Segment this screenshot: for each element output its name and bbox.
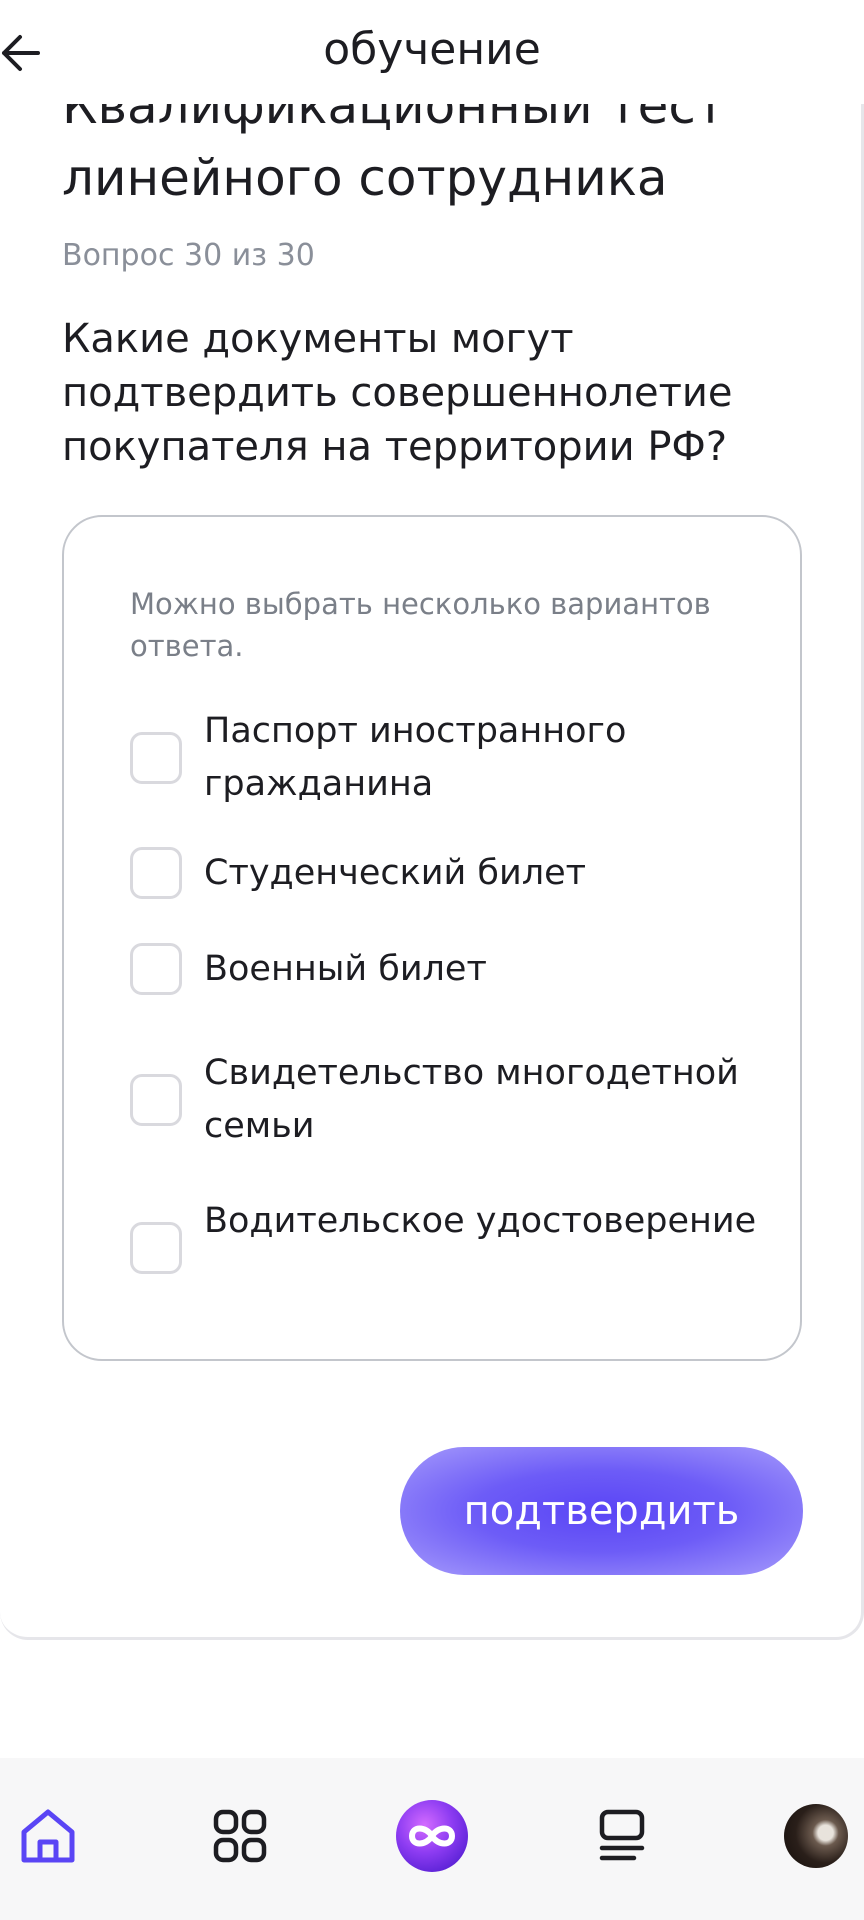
- option-label: Студенческий билет: [204, 853, 586, 893]
- question-text: Какие документы могут подтвердить соверш…: [62, 316, 733, 470]
- option-label: Свидетельство многодетной семьи: [204, 1053, 739, 1146]
- list-icon[interactable]: [584, 1798, 660, 1874]
- apps-grid-icon[interactable]: [202, 1798, 278, 1874]
- training-screen: Квалификационный тест линейного сотрудни…: [0, 0, 864, 1920]
- option-label: Паспорт иностранного гражданина: [204, 711, 627, 804]
- page-title: обучение: [323, 24, 541, 75]
- top-bar: обучение: [0, 0, 864, 104]
- answer-options-box: Можно выбрать несколько вариантов ответа…: [62, 515, 802, 1361]
- infinity-logo-icon[interactable]: [394, 1798, 470, 1874]
- confirm-button[interactable]: подтвердить: [400, 1447, 803, 1575]
- question-card: Квалификационный тест линейного сотрудни…: [0, 0, 864, 1640]
- option-military-id[interactable]: Военный билет: [130, 943, 750, 996]
- multi-select-hint: Можно выбрать несколько вариантов ответа…: [130, 587, 711, 663]
- checkbox[interactable]: [130, 1074, 182, 1126]
- checkbox[interactable]: [130, 1222, 182, 1274]
- question-counter: Вопрос 30 из 30: [62, 238, 315, 273]
- avatar[interactable]: [784, 1804, 848, 1868]
- home-icon[interactable]: [10, 1798, 86, 1874]
- option-label: Военный билет: [204, 949, 487, 989]
- checkbox[interactable]: [130, 943, 182, 995]
- option-foreign-passport[interactable]: Паспорт иностранного гражданина: [130, 705, 750, 811]
- option-driver-license[interactable]: Водительское удостоверение: [130, 1195, 756, 1301]
- test-title: линейного сотрудника: [62, 149, 668, 207]
- checkbox[interactable]: [130, 732, 182, 784]
- checkbox[interactable]: [130, 847, 182, 899]
- bottom-navigation: [0, 1758, 864, 1920]
- option-label: Водительское удостоверение: [204, 1201, 757, 1241]
- option-large-family-certificate[interactable]: Свидетельство многодетной семьи: [130, 1047, 750, 1153]
- option-student-card[interactable]: Студенческий билет: [130, 847, 750, 900]
